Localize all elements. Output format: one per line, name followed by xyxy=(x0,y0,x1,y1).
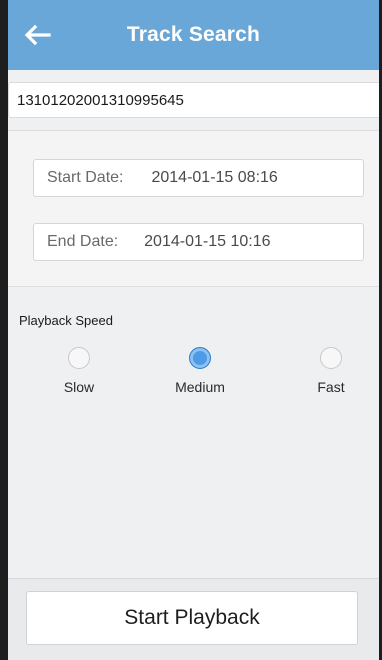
header-bar: Track Search xyxy=(8,0,379,70)
arrow-left-icon xyxy=(24,24,51,46)
end-date-field[interactable]: End Date: 2014-01-15 10:16 xyxy=(33,223,364,261)
start-date-label: Start Date: xyxy=(47,169,124,186)
footer-bar: Start Playback xyxy=(8,578,379,660)
track-search-screen: Track Search 13101202001310995645 Start … xyxy=(0,0,382,660)
radio-circle-medium[interactable] xyxy=(189,347,211,369)
radio-circle-fast[interactable] xyxy=(320,347,342,369)
date-range-card: Start Date: 2014-01-15 08:16 End Date: 2… xyxy=(8,130,379,287)
speed-option-label: Fast xyxy=(317,379,345,395)
radio-circle-slow[interactable] xyxy=(68,347,90,369)
back-button[interactable] xyxy=(22,22,52,48)
speed-option-slow[interactable]: Slow xyxy=(39,347,119,395)
start-playback-button[interactable]: Start Playback xyxy=(26,591,358,645)
speed-option-fast[interactable]: Fast xyxy=(291,347,371,395)
start-date-value: 2014-01-15 08:16 xyxy=(151,169,278,186)
speed-option-medium[interactable]: Medium xyxy=(160,347,240,395)
start-date-field[interactable]: Start Date: 2014-01-15 08:16 xyxy=(33,159,364,197)
end-date-label: End Date: xyxy=(47,233,119,250)
end-date-value: 2014-01-15 10:16 xyxy=(144,233,271,250)
playback-speed-label: Playback Speed xyxy=(19,313,113,328)
page-title: Track Search xyxy=(126,23,261,46)
speed-option-label: Slow xyxy=(63,379,95,395)
device-id-field[interactable]: 13101202001310995645 xyxy=(8,82,379,118)
speed-option-label: Medium xyxy=(175,379,225,395)
playback-speed-radio-group: Slow Medium Fast xyxy=(8,347,379,407)
